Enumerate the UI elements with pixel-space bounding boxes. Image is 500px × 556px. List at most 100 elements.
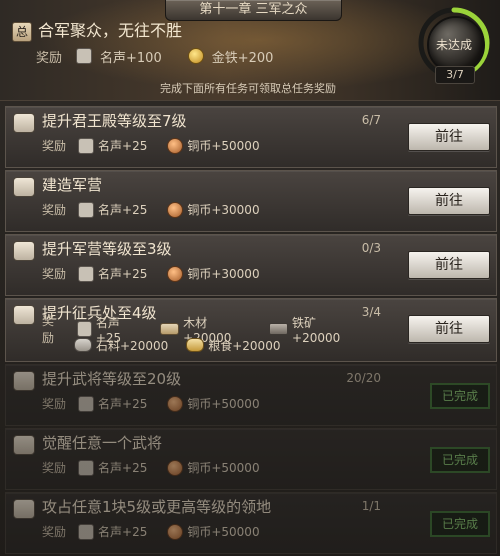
fame-icon (78, 265, 95, 282)
quest-title: 提升武将等级至20级 (42, 370, 182, 388)
reward-copper: 铜币+50000 (167, 459, 260, 476)
main-reward-gold: 金铁+200 (211, 50, 274, 66)
fame-icon (78, 459, 95, 476)
quest-icon (13, 241, 35, 261)
reward-fame: 名声+25 (78, 459, 147, 476)
quest-row: 提升武将等级至20级 20/20 奖励 名声+25 铜币+50000 已完成 (5, 364, 497, 426)
reward-copper: 铜币+30000 (167, 265, 260, 282)
chapter-title: 第十一章 三军之众 (165, 0, 342, 21)
quest-title: 提升军营等级至3级 (42, 240, 172, 258)
reward-text: 名声+25 (98, 139, 148, 153)
main-quest-progress-orb[interactable]: 未达成 3/7 (417, 6, 491, 84)
reward-label: 奖励 (42, 397, 67, 411)
fame-icon (78, 523, 95, 540)
reward-copper: 铜币+50000 (167, 137, 260, 154)
main-quest-rewards: 奖励 名声+100 金铁+200 (36, 47, 274, 66)
reward-label: 奖励 (42, 314, 55, 345)
main-quest-icon: 总 (12, 22, 32, 42)
wood-icon (160, 323, 180, 335)
quest-rewards: 奖励 名声+25 铜币+50000 (42, 137, 274, 154)
quest-panel: 第十一章 三军之众 总 合军聚众，无往不胜 奖励 名声+100 金铁+200 完… (0, 0, 500, 556)
reward-text: 名声+25 (98, 397, 148, 411)
quest-icon (13, 371, 35, 391)
quest-rewards: 奖励 名声+25 铜币+50000 (42, 459, 274, 476)
reward-label: 奖励 (42, 267, 67, 281)
quest-progress: 1/1 (361, 499, 381, 513)
goto-button[interactable]: 前往 (408, 251, 490, 279)
quest-rewards: 奖励 名声+25 铜币+30000 (42, 201, 274, 218)
reward-label: 奖励 (42, 139, 67, 153)
reward-text: 铜币+30000 (187, 267, 260, 281)
reward-text: 名声+25 (98, 525, 148, 539)
quest-icon (13, 499, 35, 519)
completed-badge: 已完成 (430, 511, 490, 537)
reward-text: 铜币+50000 (187, 139, 260, 153)
reward-label: 奖励 (42, 203, 67, 217)
quest-icon (13, 305, 35, 325)
quest-progress: 6/7 (361, 113, 381, 127)
quest-rewards: 奖励 名声+25 铜币+50000 (42, 395, 274, 412)
completed-badge: 已完成 (430, 447, 490, 473)
quest-progress: 20/20 (346, 371, 381, 385)
fame-icon (78, 201, 95, 218)
reward-iron: 铁矿+20000 (269, 314, 360, 345)
quest-title: 建造军营 (42, 176, 103, 194)
goto-button[interactable]: 前往 (408, 315, 490, 343)
goto-button[interactable]: 前往 (408, 187, 490, 215)
reward-text: 铁矿+20000 (292, 315, 341, 345)
fame-icon (76, 48, 93, 64)
quest-row: 攻占任意1块5级或更高等级的领地 1/1 奖励 名声+25 铜币+50000 已… (5, 492, 497, 554)
quest-icon (13, 435, 35, 455)
reward-fame: 名声+25 (78, 137, 147, 154)
iron-ore-icon (269, 323, 289, 335)
reward-fame: 名声+25 (78, 523, 147, 540)
quest-row: 提升征兵处至4级 3/4 奖励 名声+25 木材+20000 铁矿+20000 … (5, 298, 497, 362)
main-quest-hint: 完成下面所有任务可领取总任务奖励 (160, 82, 336, 95)
quest-rewards: 奖励 名声+25 铜币+30000 (42, 265, 274, 282)
grain-icon (186, 338, 205, 352)
main-quest-progress-count: 3/7 (435, 66, 475, 84)
fame-icon (78, 137, 95, 154)
gold-icon (187, 48, 204, 64)
quest-icon (13, 177, 35, 197)
copper-coin-icon (167, 137, 184, 154)
chapter-header: 第十一章 三军之众 总 合军聚众，无往不胜 奖励 名声+100 金铁+200 完… (0, 0, 500, 101)
reward-text: 名声+25 (98, 203, 148, 217)
reward-label: 奖励 (42, 461, 67, 475)
quest-icon (13, 113, 35, 133)
reward-copper: 铜币+50000 (167, 523, 260, 540)
quest-row: 建造军营 奖励 名声+25 铜币+30000 前往 (5, 170, 497, 232)
quest-rewards: 奖励 名声+25 铜币+50000 (42, 523, 274, 540)
quest-row: 提升军营等级至3级 0/3 奖励 名声+25 铜币+30000 前往 (5, 234, 497, 296)
reward-text: 名声+25 (98, 461, 148, 475)
reward-fame: 名声+25 (78, 265, 147, 282)
main-reward-fame: 名声+100 (100, 50, 162, 66)
quest-rewards-multi: 奖励 名声+25 木材+20000 铁矿+20000 石料+20000 粮食+2… (42, 314, 372, 354)
reward-fame: 名声+25 (78, 201, 147, 218)
reward-text: 铜币+50000 (187, 397, 260, 411)
reward-line-1: 奖励 名声+25 木材+20000 铁矿+20000 (42, 314, 372, 345)
quest-progress: 3/4 (361, 305, 381, 319)
copper-coin-icon (167, 395, 184, 412)
reward-fame: 名声+25 (78, 395, 147, 412)
fame-icon (78, 395, 95, 412)
reward-text: 名声+25 (98, 267, 148, 281)
quest-progress: 0/3 (361, 241, 381, 255)
reward-text: 粮食+20000 (208, 338, 281, 353)
goto-button[interactable]: 前往 (408, 123, 490, 151)
copper-coin-icon (167, 201, 184, 218)
reward-text: 石料+20000 (96, 338, 169, 353)
reward-copper: 铜币+50000 (167, 395, 260, 412)
reward-grain: 粮食+20000 (186, 337, 280, 354)
reward-copper: 铜币+30000 (167, 201, 260, 218)
quest-list: 提升君王殿等级至7级 6/7 奖励 名声+25 铜币+50000 前往 建造军营 (0, 102, 500, 556)
copper-coin-icon (167, 265, 184, 282)
completed-badge: 已完成 (430, 383, 490, 409)
copper-coin-icon (167, 523, 184, 540)
quest-title: 攻占任意1块5级或更高等级的领地 (42, 498, 272, 516)
quest-title: 觉醒任意一个武将 (42, 434, 163, 452)
reward-label: 奖励 (36, 50, 63, 66)
quest-row: 觉醒任意一个武将 奖励 名声+25 铜币+50000 已完成 (5, 428, 497, 490)
copper-coin-icon (167, 459, 184, 476)
reward-text: 铜币+50000 (187, 461, 260, 475)
